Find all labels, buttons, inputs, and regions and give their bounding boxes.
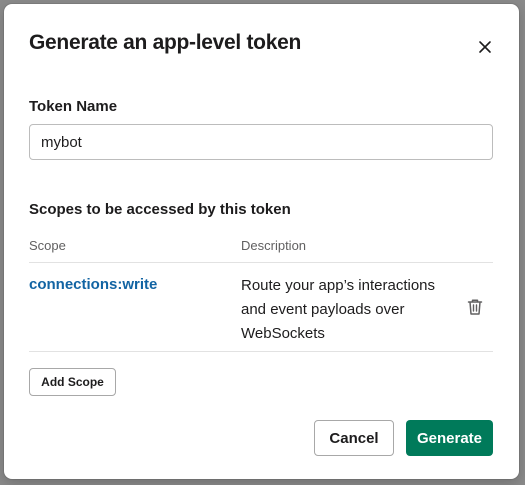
token-name-input[interactable] [29,124,493,160]
add-scope-button[interactable]: Add Scope [29,368,116,396]
table-divider [29,262,493,263]
cancel-button[interactable]: Cancel [314,420,394,456]
table-divider [29,351,493,352]
close-icon [479,41,491,53]
trash-icon [467,299,483,315]
generate-token-dialog: Generate an app-level token Token Name S… [4,4,519,479]
token-name-label: Token Name [29,98,118,115]
scope-link[interactable]: connections:write [29,276,157,293]
scope-description: Route your app’s interactions and event … [241,277,436,342]
delete-scope-button[interactable] [463,295,487,319]
generate-button[interactable]: Generate [406,420,493,456]
dialog-title: Generate an app-level token [29,31,301,54]
description-column-header: Description [241,238,307,253]
scope-column-header: Scope [29,238,66,253]
close-button[interactable] [472,34,498,60]
scopes-heading: Scopes to be accessed by this token [29,201,291,218]
